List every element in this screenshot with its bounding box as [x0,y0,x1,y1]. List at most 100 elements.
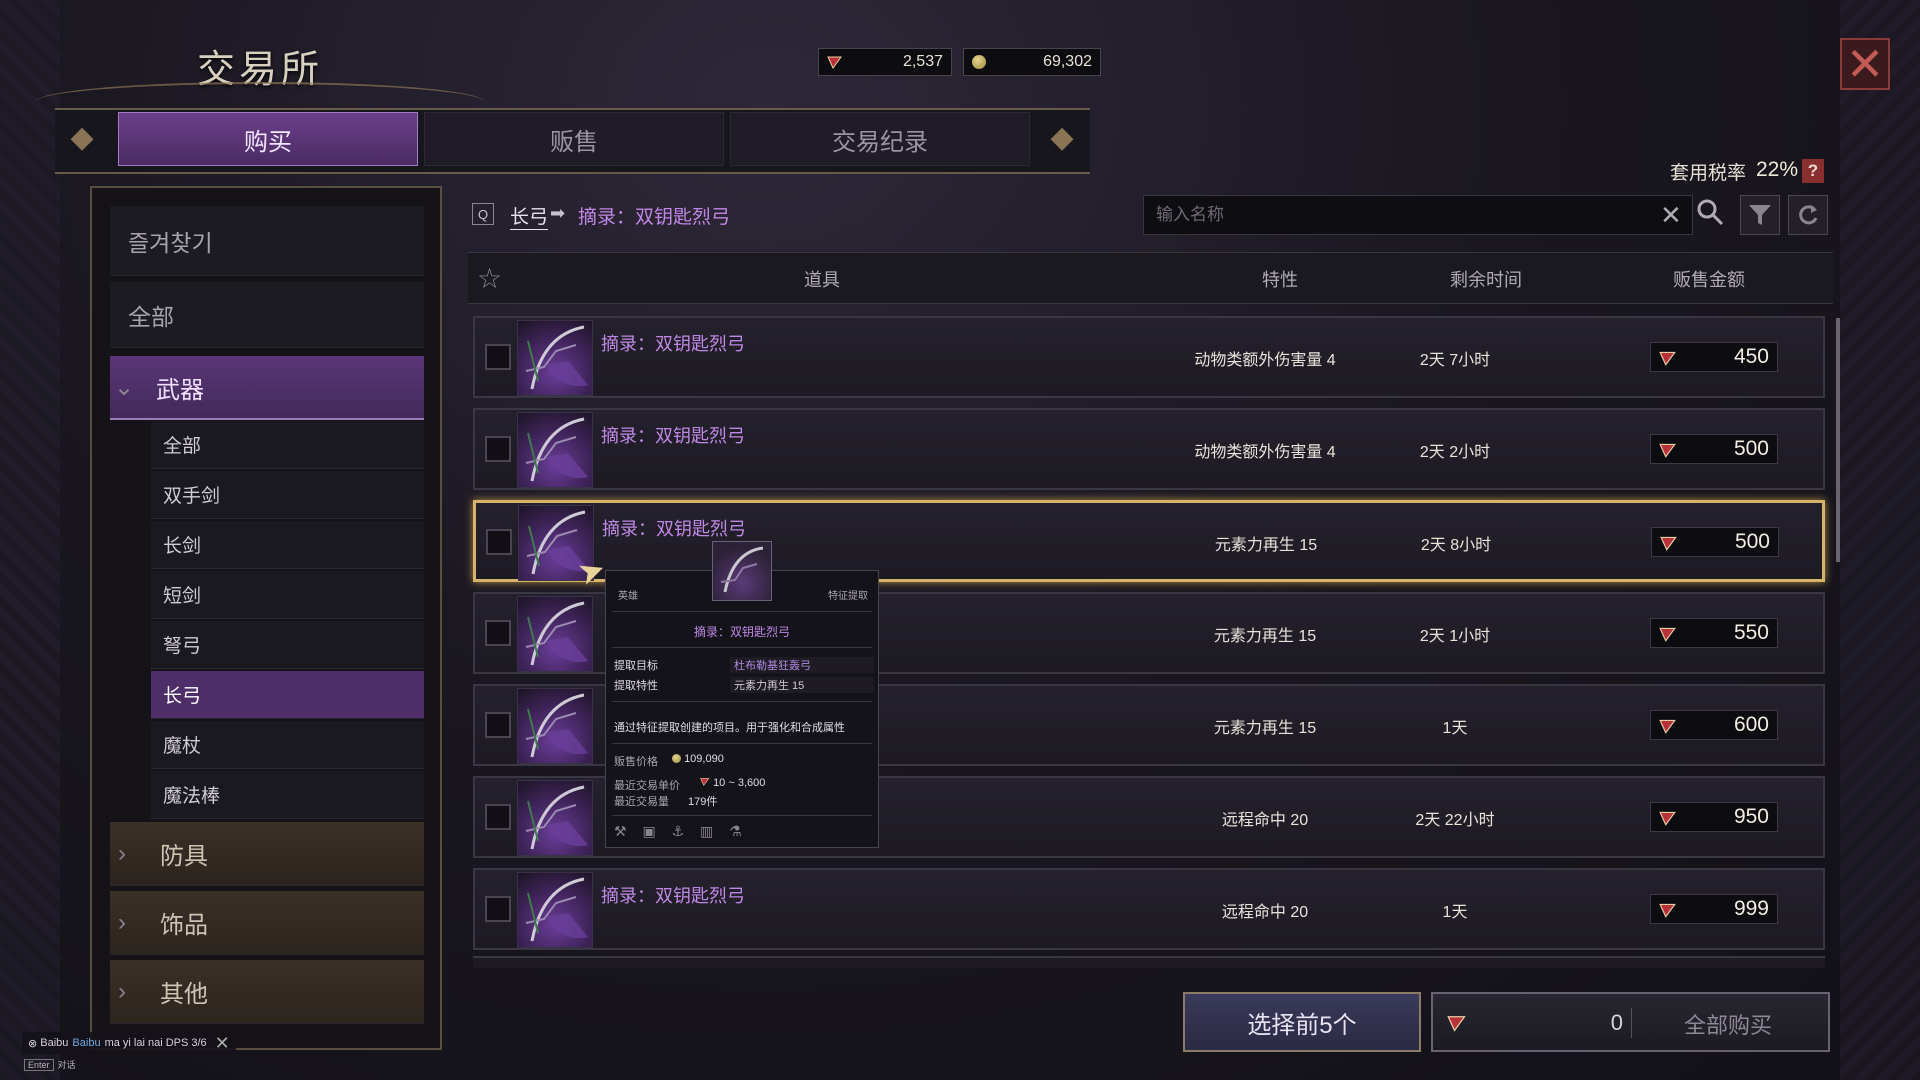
tabs-left-ornament: ◆ [70,121,94,154]
table-row[interactable]: 摘录：双钥匙烈弓 远程命中 20 1天 999 [473,868,1825,950]
tooltip-trait-value: 元素力再生 15 [730,677,874,693]
close-icon[interactable]: ✕ [215,1033,230,1054]
sidebar-subitem-all[interactable]: 全部 [151,421,424,469]
item-icon [517,412,593,488]
tab-sell[interactable]: 贩售 [424,112,724,166]
item-time-remaining: 2天 7小时 [1419,352,1491,369]
sidebar-item-label: 饰品 [160,912,208,939]
item-price-value: 950 [1733,805,1769,828]
help-icon[interactable]: ? [1802,159,1824,183]
item-price-value: 500 [1733,437,1769,460]
sidebar-subitem-longsword[interactable]: 长剑 [151,521,424,569]
sidebar-item-armor[interactable]: › 防具 [110,822,424,886]
filter-button[interactable] [1740,195,1780,235]
item-time-remaining: 1天 [1442,904,1468,921]
col-header-time[interactable]: 剩余时间 [1450,266,1522,292]
item-price: 550 [1650,618,1778,648]
scrollbar[interactable] [1836,318,1840,562]
item-price-value: 600 [1733,713,1769,736]
chevron-right-icon: › [118,977,126,1005]
table-row[interactable]: 摘录：双钥匙烈弓 动物类额外伤害量 4 2天 7小时 450 [473,316,1825,398]
buy-all-button[interactable]: 0 全部购买 [1431,992,1830,1052]
item-price: 450 [1650,342,1778,372]
sidebar-subitem-crossbow[interactable]: 弩弓 [151,621,424,669]
sidebar-item-label: 其他 [160,981,208,1008]
gem-icon [1659,443,1676,458]
item-price-value: 999 [1733,897,1769,920]
sidebar-subitem-staff[interactable]: 魔杖 [151,721,424,769]
tooltip-sell-price-label: 贩售价格 [614,756,658,768]
row-checkbox[interactable] [486,529,512,555]
col-header-price[interactable]: 贩售金额 [1673,266,1745,292]
gem-icon [1447,1016,1466,1032]
tooltip-usage-icons: ⚒ ▣ ⚓ ▥ ⚗ [614,823,748,839]
chat-line[interactable]: ⊗ Baibu Baibu ma yi lai nai DPS 3/6 ✕ [22,1032,236,1054]
table-row-partial [473,956,1825,968]
tab-buy[interactable]: 购买 [118,112,418,166]
chat-class-icon: ⊗ [28,1037,41,1050]
item-price: 600 [1650,710,1778,740]
breadcrumb-arrow-icon: ➡ [550,203,566,223]
row-checkbox[interactable] [485,620,511,646]
tooltip-recent-unit: 10 ~ 3,600 [700,777,765,789]
chevron-right-icon: › [118,839,126,867]
item-name: 摘录：双钥匙烈弓 [601,426,745,446]
item-icon [517,872,593,948]
search-button[interactable] [1695,197,1731,233]
item-price: 500 [1651,527,1779,557]
chat-name[interactable]: Baibu [72,1037,100,1049]
item-icon [517,596,593,672]
gem-balance: 2,537 [818,48,952,76]
item-trait: 元素力再生 15 [1214,537,1318,554]
gem-icon [1660,536,1677,551]
chat-sender: Baibu [40,1037,69,1049]
item-icon [517,780,593,856]
item-price: 950 [1650,802,1778,832]
sidebar-subitem-dagger[interactable]: 短剑 [151,571,424,619]
item-time-remaining: 2天 8小时 [1420,537,1492,554]
clear-icon[interactable]: ✕ [1660,200,1682,231]
select-top5-button[interactable]: 选择前5个 [1183,992,1421,1052]
tooltip-recent-volume: 179件 [688,796,718,808]
sidebar-item-weapons[interactable]: ⌄ 武器 [110,356,424,420]
sidebar-subitem-longbow[interactable]: 长弓 [151,671,424,719]
item-trait: 远程命中 20 [1221,904,1309,921]
breadcrumb-key-hint: Q [472,203,494,225]
item-icon [517,688,593,764]
col-header-item[interactable]: 道具 [804,266,840,292]
item-name: 摘录：双钥匙烈弓 [601,334,745,354]
item-price-value: 500 [1734,530,1770,553]
row-checkbox[interactable] [485,896,511,922]
sidebar-item-favorites[interactable]: 즐겨찾기 [110,206,424,276]
tooltip-recent-unit-label: 最近交易单价 [614,780,680,792]
gem-icon [827,56,842,69]
breadcrumb-category[interactable]: 长弓 [510,202,549,230]
row-checkbox[interactable] [485,436,511,462]
item-price: 999 [1650,894,1778,924]
row-checkbox[interactable] [485,344,511,370]
tab-history[interactable]: 交易纪录 [730,112,1030,166]
close-button[interactable]: ✕ [1840,38,1890,90]
sidebar-item-other[interactable]: › 其他 [110,960,424,1024]
chat-message: ma yi lai nai DPS 3/6 [104,1037,207,1049]
refresh-button[interactable] [1788,195,1828,235]
sidebar-item-label: 武器 [156,376,204,404]
sidebar-subitem-greatsword[interactable]: 双手剑 [151,471,424,519]
search-input[interactable] [1154,204,1618,226]
table-row[interactable]: 摘录：双钥匙烈弓 动物类额外伤害量 4 2天 2小时 500 [473,408,1825,490]
close-icon: ✕ [1845,38,1885,90]
right-border-pattern [1840,0,1920,1080]
row-checkbox[interactable] [485,804,511,830]
sidebar-item-accessories[interactable]: › 饰品 [110,891,424,955]
sidebar-item-label: 防具 [160,843,208,870]
star-icon[interactable]: ☆ [477,262,502,295]
sidebar-subitem-wand[interactable]: 魔法棒 [151,771,424,819]
item-tooltip: 英雄 特征提取 摘录：双钥匙烈弓 提取目标 杜布勒基狂轰弓 提取特性 元素力再生… [605,570,879,848]
tax-label: 套用税率 [1670,163,1747,184]
filter-icon [1749,205,1771,225]
sidebar-item-all[interactable]: 全部 [110,282,424,348]
tooltip-trait-label: 提取特性 [614,680,658,692]
row-checkbox[interactable] [485,712,511,738]
col-header-trait[interactable]: 特性 [1262,266,1298,292]
gem-balance-value: 2,537 [902,53,943,70]
